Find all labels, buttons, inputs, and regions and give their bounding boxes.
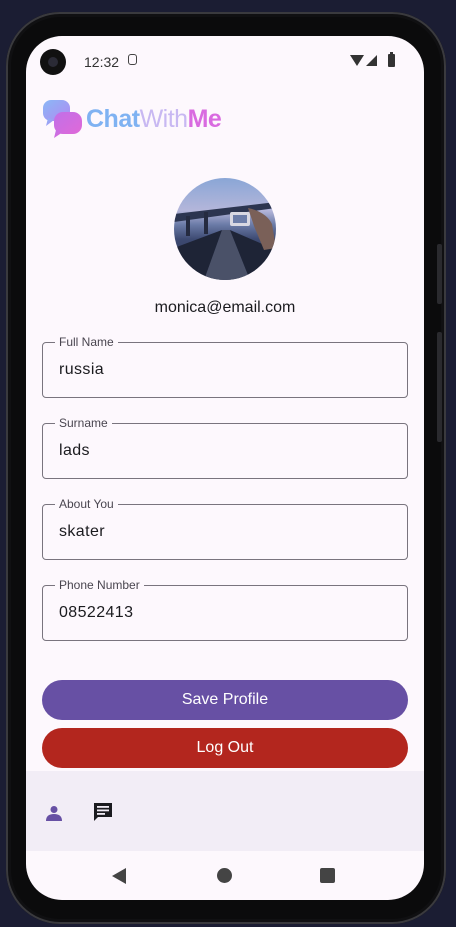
log-out-button[interactable]: Log Out xyxy=(42,728,408,768)
full-name-value[interactable]: russia xyxy=(59,361,104,379)
app-logo: ChatWithMe xyxy=(42,98,222,140)
logo-text-with: With xyxy=(139,104,189,133)
logo-text-chat: Chat xyxy=(86,104,140,133)
person-icon[interactable] xyxy=(46,805,62,821)
about-you-value[interactable]: skater xyxy=(59,523,105,541)
full-name-field[interactable]: Full Name russia xyxy=(42,335,408,398)
phone-number-label: Phone Number xyxy=(55,578,144,592)
phone-number-field[interactable]: Phone Number 08522413 xyxy=(42,578,408,641)
wifi-icon xyxy=(350,55,364,66)
camera-cutout-icon xyxy=(40,49,66,75)
save-profile-button[interactable]: Save Profile xyxy=(42,680,408,720)
screen: 12:32 ChatWithMe monica@email.com Full N… xyxy=(26,36,424,900)
surname-field[interactable]: Surname lads xyxy=(42,416,408,479)
full-name-label: Full Name xyxy=(55,335,118,349)
chat-bubbles-icon xyxy=(42,98,84,140)
about-you-label: About You xyxy=(55,497,118,511)
status-bar: 12:32 xyxy=(26,36,424,86)
profile-avatar[interactable] xyxy=(174,178,276,280)
recents-icon[interactable] xyxy=(320,868,335,883)
back-icon[interactable] xyxy=(112,868,127,889)
sim-icon xyxy=(128,54,137,65)
app-name: ChatWithMe xyxy=(86,104,222,134)
signal-icon xyxy=(366,55,377,66)
phone-number-value[interactable]: 08522413 xyxy=(59,604,133,622)
home-icon[interactable] xyxy=(217,868,232,883)
surname-value[interactable]: lads xyxy=(59,442,90,460)
bottom-navigation xyxy=(26,771,424,851)
logo-text-me: Me xyxy=(187,104,222,133)
power-button xyxy=(437,244,442,304)
surname-label: Surname xyxy=(55,416,112,430)
status-time: 12:32 xyxy=(84,54,120,70)
about-you-field[interactable]: About You skater xyxy=(42,497,408,560)
profile-email: monica@email.com xyxy=(154,299,296,316)
battery-icon xyxy=(388,52,395,67)
chat-icon[interactable] xyxy=(92,801,114,823)
volume-button xyxy=(437,332,442,442)
